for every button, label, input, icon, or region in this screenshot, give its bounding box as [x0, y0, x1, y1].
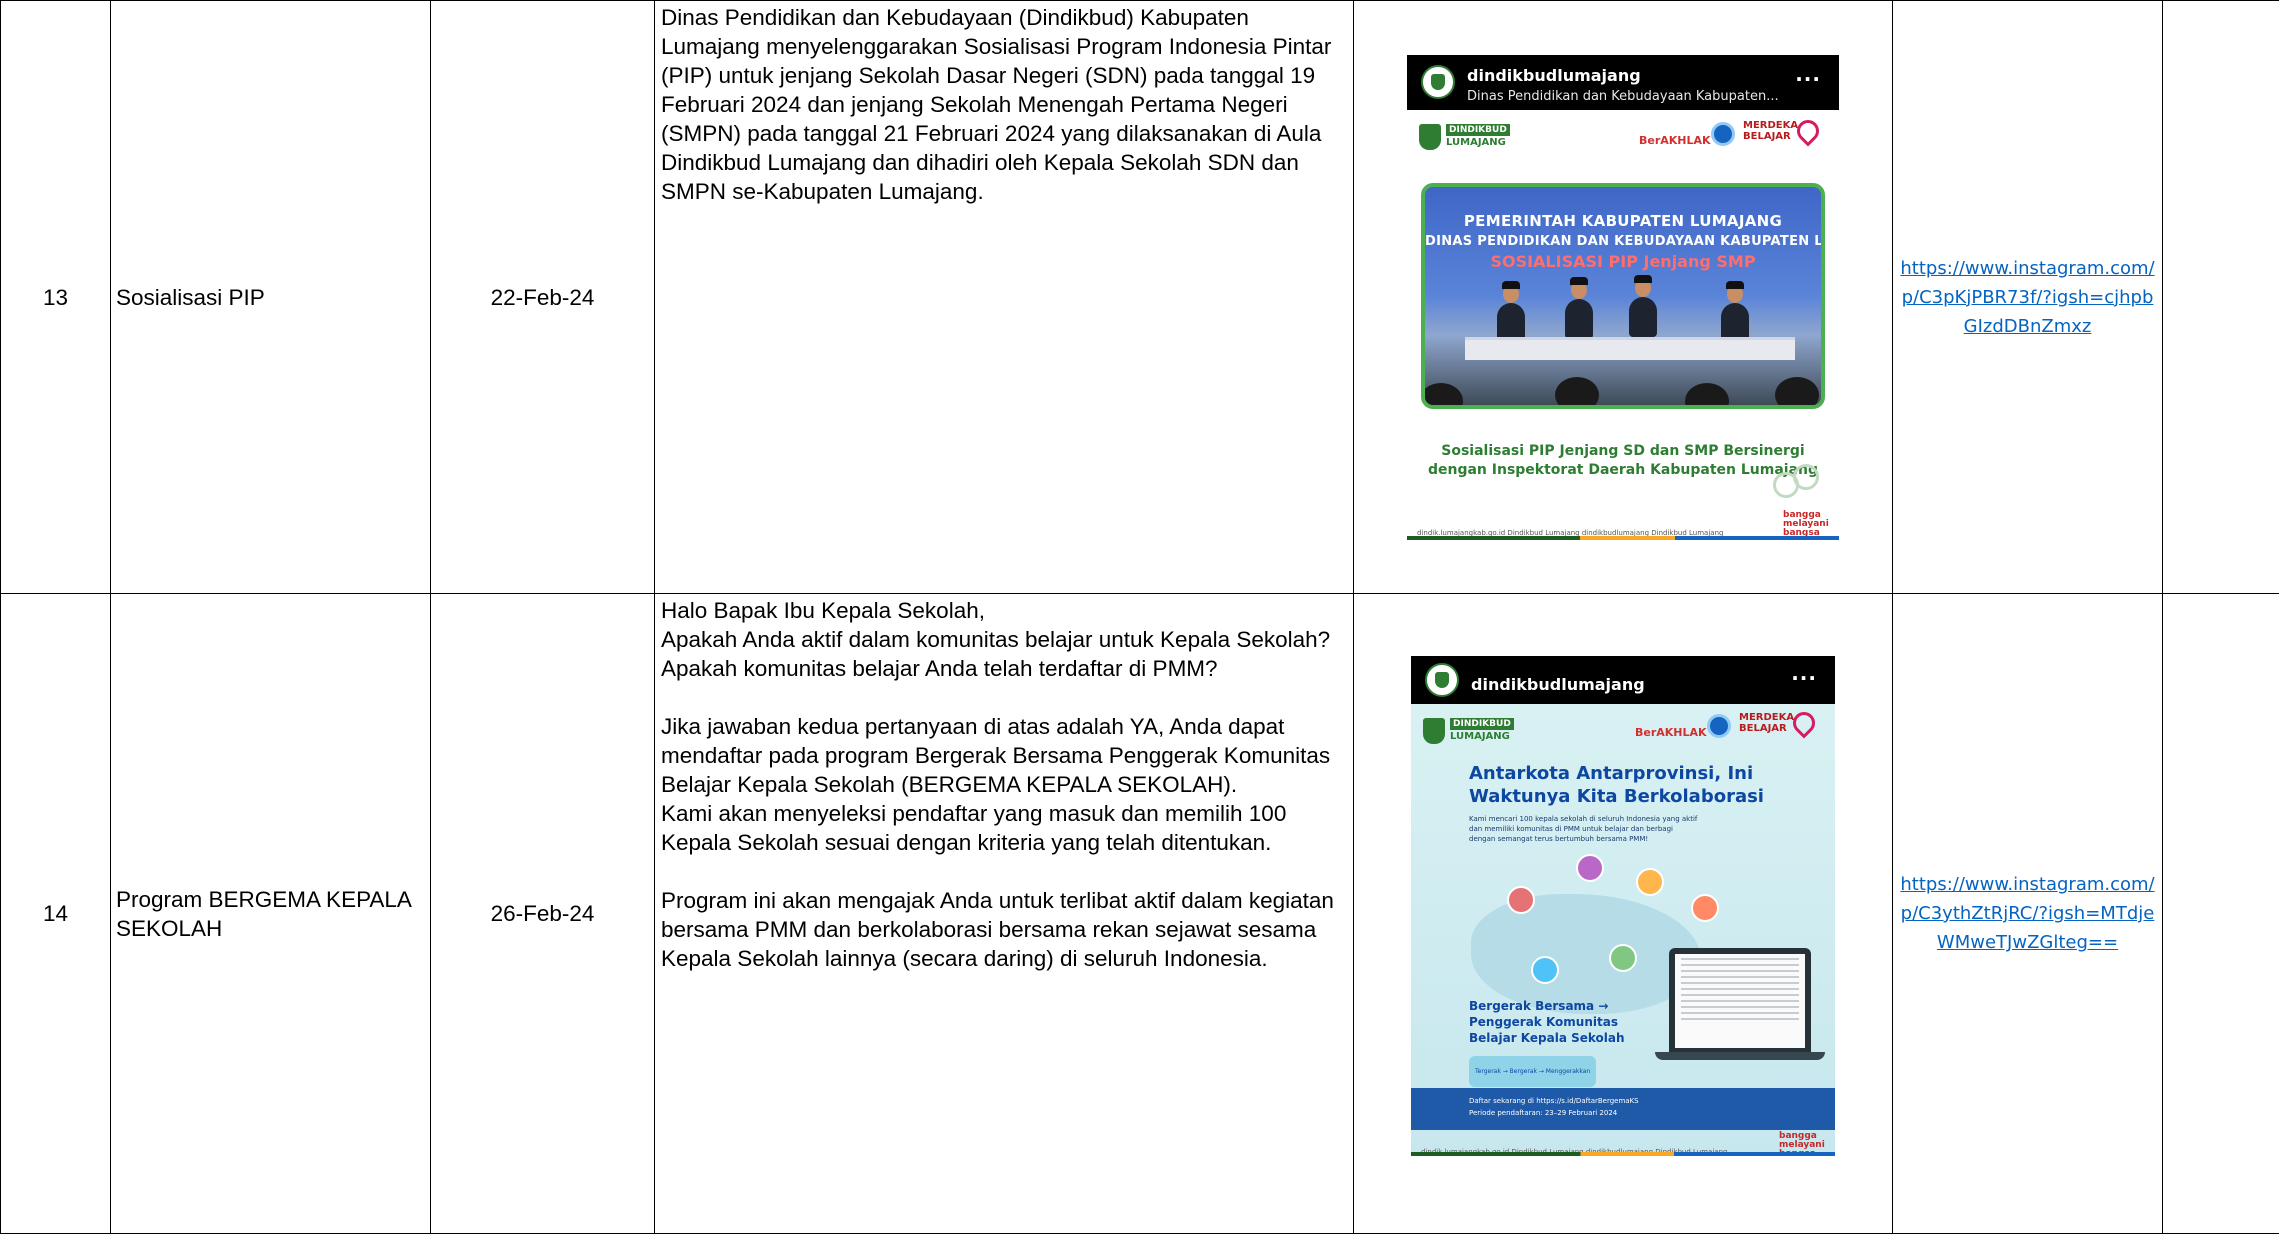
audience: [1775, 377, 1819, 409]
berakhlak-logo: BerAKHLAK: [1639, 126, 1711, 155]
tut-wuri-icon: [1707, 714, 1731, 738]
principal-avatar: [1609, 944, 1637, 972]
row-number: 13: [1, 1, 111, 594]
post-subtitle: Dinas Pendidikan dan Kebudayaan Kabupate…: [1467, 82, 1779, 111]
link-cell: https://www.instagram.com/p/C3ythZtRjRC/…: [1893, 594, 2163, 1234]
activity-name: Sosialisasi PIP: [111, 1, 431, 594]
event-photo: PEMERINTAH KABUPATEN LUMAJANG DINAS PEND…: [1421, 183, 1825, 409]
program-logos: BerAKHLAK MERDEKA BELAJAR: [1639, 120, 1829, 150]
bangga-tag: bangga melayani bangsa: [1783, 511, 1829, 538]
berakhlak-logo: BerAKHLAK: [1635, 718, 1707, 747]
registration-band: Daftar sekarang di https://s.id/DaftarBe…: [1411, 1088, 1835, 1130]
post-body: DINDIKBUD LUMAJANG BerAKHLAK MERDEKA BEL…: [1411, 704, 1835, 1156]
audience: [1555, 377, 1599, 409]
audience: [1685, 383, 1729, 409]
dindikbud-logo: DINDIKBUD LUMAJANG: [1419, 124, 1509, 150]
report-table: 13 Sosialisasi PIP 22-Feb-24 Dinas Pendi…: [0, 0, 2279, 1234]
tut-wuri-icon: [1711, 122, 1735, 146]
logo-text: LUMAJANG: [1450, 731, 1510, 743]
steps-pill: Tergerak → Bergerak → Menggerakkan: [1469, 1056, 1596, 1087]
description-paragraph: Jika jawaban kedua pertanyaan di atas ad…: [661, 712, 1347, 799]
description-paragraph: Apakah komunitas belajar Anda telah terd…: [661, 654, 1347, 683]
merdeka-belajar-logo: MERDEKA BELAJAR: [1739, 712, 1791, 734]
photo-banner: SOSIALISASI PIP Jenjang SMP: [1425, 247, 1821, 276]
activity-description: Dinas Pendidikan dan Kebudayaan (Dindikb…: [655, 1, 1354, 594]
footer-bar: [1411, 1152, 1835, 1156]
row-number: 14: [1, 594, 111, 1234]
laptop-screen: [1675, 954, 1805, 1048]
empty-cell: [2163, 1, 2279, 594]
post-headline: Antarkota Antarprovinsi, Ini Waktunya Ki…: [1469, 762, 1799, 808]
instagram-link[interactable]: https://www.instagram.com/p/C3pKjPBR73f/…: [1897, 254, 2159, 341]
activity-name: Program BERGEMA KEPALA SEKOLAH: [111, 594, 431, 1234]
description-paragraph: Apakah Anda aktif dalam komunitas belaja…: [661, 625, 1347, 654]
avatar: [1421, 65, 1455, 99]
principal-avatar: [1531, 956, 1559, 984]
shield-icon: [1423, 718, 1445, 744]
instagram-post-image: dindikbudlumajang ··· DINDIKBUD LUMAJANG…: [1411, 656, 1835, 1156]
indonesia-map: [1471, 894, 1701, 1014]
dindikbud-logo: DINDIKBUD LUMAJANG: [1423, 718, 1513, 744]
program-logos: BerAKHLAK MERDEKA BELAJAR: [1635, 712, 1825, 742]
description-paragraph: Kami akan menyeleksi pendaftar yang masu…: [661, 799, 1347, 857]
link-cell: https://www.instagram.com/p/C3pKjPBR73f/…: [1893, 1, 2163, 594]
panel-table: [1465, 337, 1795, 360]
avatar: [1425, 663, 1459, 697]
logo-text: LUMAJANG: [1446, 137, 1506, 149]
activity-date: 22-Feb-24: [431, 1, 655, 594]
principal-avatar: [1507, 886, 1535, 914]
shield-icon: [1419, 124, 1441, 150]
instagram-post-image: dindikbudlumajang Dinas Pendidikan dan K…: [1407, 55, 1839, 540]
merdeka-belajar-logo: MERDEKA BELAJAR: [1743, 120, 1795, 142]
principal-avatar: [1576, 854, 1604, 882]
table-row: 14 Program BERGEMA KEPALA SEKOLAH 26-Feb…: [1, 594, 2279, 1234]
more-options-icon[interactable]: ···: [1795, 65, 1821, 94]
speaker: [1565, 299, 1593, 339]
post-image-cell: dindikbudlumajang ··· DINDIKBUD LUMAJANG…: [1354, 594, 1893, 1234]
principal-avatar: [1636, 868, 1664, 896]
post-body-text: Kami mencari 100 kepala sekolah di selur…: [1469, 814, 1699, 844]
registration-link-text: Daftar sekarang di https://s.id/DaftarBe…: [1469, 1096, 1639, 1106]
description-paragraph: Dinas Pendidikan dan Kebudayaan (Dindikb…: [661, 3, 1347, 206]
post-header: dindikbudlumajang Dinas Pendidikan dan K…: [1407, 55, 1839, 110]
description-paragraph: Halo Bapak Ibu Kepala Sekolah,: [661, 596, 1347, 625]
post-image-cell: dindikbudlumajang Dinas Pendidikan dan K…: [1354, 1, 1893, 594]
more-options-icon[interactable]: ···: [1791, 664, 1817, 693]
laptop-illustration: [1669, 948, 1811, 1052]
empty-cell: [2163, 594, 2279, 1234]
post-body: DINDIKBUD LUMAJANG BerAKHLAK MERDEKA BEL…: [1407, 110, 1839, 540]
registration-period: Periode pendaftaran: 23–29 Februari 2024: [1469, 1108, 1617, 1118]
post-caption: Sosialisasi PIP Jenjang SD dan SMP Bersi…: [1407, 442, 1839, 480]
laptop-base: [1655, 1052, 1825, 1060]
program-title: Bergerak Bersama → Penggerak Komunitas B…: [1469, 998, 1639, 1046]
gear-icon: [1793, 464, 1819, 490]
logo-text: DINDIKBUD: [1446, 124, 1510, 136]
logo-text: DINDIKBUD: [1450, 718, 1514, 730]
post-header: dindikbudlumajang ···: [1411, 656, 1835, 704]
post-username: dindikbudlumajang: [1471, 670, 1645, 699]
description-paragraph: Program ini akan mengajak Anda untuk ter…: [661, 886, 1347, 973]
principal-avatar: [1691, 894, 1719, 922]
activity-description: Halo Bapak Ibu Kepala Sekolah, Apakah An…: [655, 594, 1354, 1234]
audience: [1421, 383, 1463, 409]
activity-date: 26-Feb-24: [431, 594, 655, 1234]
instagram-link[interactable]: https://www.instagram.com/p/C3ythZtRjRC/…: [1897, 870, 2159, 957]
table-row: 13 Sosialisasi PIP 22-Feb-24 Dinas Pendi…: [1, 1, 2279, 594]
footer-bar: [1407, 536, 1839, 540]
speaker: [1629, 297, 1657, 337]
